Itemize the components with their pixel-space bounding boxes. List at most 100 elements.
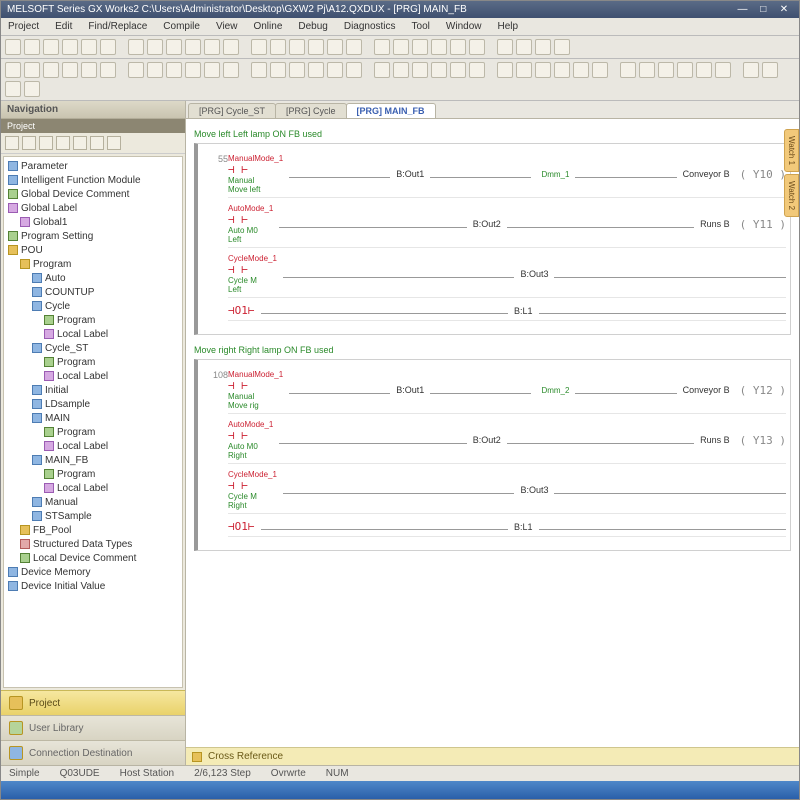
ladder-rung[interactable]: ⊣O1⊢B:L1	[202, 301, 786, 327]
tree-item[interactable]: Parameter	[6, 160, 180, 174]
menu-tool[interactable]: Tool	[409, 20, 433, 33]
tree-item[interactable]: Program	[6, 258, 180, 272]
toolbar-button[interactable]	[270, 39, 286, 55]
tree-item[interactable]: Structured Data Types	[6, 538, 180, 552]
toolbar-button[interactable]	[24, 62, 40, 78]
toolbar-button[interactable]	[412, 39, 428, 55]
menu-view[interactable]: View	[213, 20, 241, 33]
ladder-rung[interactable]: 55ManualMode_1⊣ ⊢ManualMove leftB:Out1Dm…	[202, 151, 786, 198]
tree-item[interactable]: Device Memory	[6, 566, 180, 580]
toolbar-button[interactable]	[43, 62, 59, 78]
toolbar-button[interactable]	[412, 62, 428, 78]
side-tab[interactable]: Watch 1	[784, 129, 799, 172]
toolbar-button[interactable]	[469, 62, 485, 78]
toolbar-button[interactable]	[185, 39, 201, 55]
toolbar-button[interactable]	[166, 62, 182, 78]
toolbar-button[interactable]	[204, 39, 220, 55]
menu-window[interactable]: Window	[443, 20, 485, 33]
minimize-button[interactable]: —	[733, 4, 751, 15]
toolbar-button[interactable]	[270, 62, 286, 78]
tree-item[interactable]: POU	[6, 244, 180, 258]
ladder-rung[interactable]: CycleMode_1⊣ ⊢Cycle MLeftB:Out3	[202, 251, 786, 298]
ladder-rung[interactable]: ⊣O1⊢B:L1	[202, 517, 786, 543]
tree-item[interactable]: Global Device Comment	[6, 188, 180, 202]
editor-tab[interactable]: [PRG] MAIN_FB	[346, 103, 436, 118]
menu-online[interactable]: Online	[250, 20, 285, 33]
nav-tool-button[interactable]	[107, 136, 121, 150]
toolbar-button[interactable]	[573, 62, 589, 78]
editor-tab[interactable]: [PRG] Cycle	[275, 103, 347, 118]
toolbar-button[interactable]	[677, 62, 693, 78]
toolbar-button[interactable]	[346, 39, 362, 55]
tree-item[interactable]: Device Initial Value	[6, 580, 180, 594]
menu-findreplace[interactable]: Find/Replace	[85, 20, 150, 33]
toolbar-button[interactable]	[81, 39, 97, 55]
contact[interactable]: ⊣O1⊢	[228, 304, 255, 317]
tree-item[interactable]: Local Device Comment	[6, 552, 180, 566]
tree-item[interactable]: Program	[6, 314, 180, 328]
toolbar-button[interactable]	[554, 62, 570, 78]
toolbar-button[interactable]	[535, 62, 551, 78]
nav-tool-button[interactable]	[5, 136, 19, 150]
contact[interactable]: AutoMode_1⊣ ⊢Auto M0Left	[228, 204, 273, 244]
tree-item[interactable]: COUNTUP	[6, 286, 180, 300]
toolbar-button[interactable]	[374, 39, 390, 55]
ladder-canvas[interactable]: Watch 1Watch 2 Move left Left lamp ON FB…	[186, 119, 799, 747]
contact[interactable]: ManualMode_1⊣ ⊢ManualMove left	[228, 154, 283, 194]
toolbar-button[interactable]	[204, 62, 220, 78]
contact[interactable]: AutoMode_1⊣ ⊢Auto M0Right	[228, 420, 273, 460]
tree-item[interactable]: Manual	[6, 496, 180, 510]
toolbar-button[interactable]	[696, 62, 712, 78]
toolbar-button[interactable]	[592, 62, 608, 78]
menu-compile[interactable]: Compile	[160, 20, 203, 33]
toolbar-button[interactable]	[762, 62, 778, 78]
toolbar-button[interactable]	[81, 62, 97, 78]
tree-item[interactable]: Program Setting	[6, 230, 180, 244]
toolbar-button[interactable]	[62, 39, 78, 55]
toolbar-button[interactable]	[346, 62, 362, 78]
menu-project[interactable]: Project	[5, 20, 42, 33]
menu-diagnostics[interactable]: Diagnostics	[341, 20, 399, 33]
toolbar-button[interactable]	[393, 39, 409, 55]
toolbar-button[interactable]	[308, 39, 324, 55]
ladder-rung[interactable]: CycleMode_1⊣ ⊢Cycle MRightB:Out3	[202, 467, 786, 514]
tree-item[interactable]: Initial	[6, 384, 180, 398]
toolbar-button[interactable]	[128, 39, 144, 55]
tree-item[interactable]: Global1	[6, 216, 180, 230]
toolbar-button[interactable]	[497, 39, 513, 55]
toolbar-button[interactable]	[289, 39, 305, 55]
toolbar-button[interactable]	[147, 62, 163, 78]
ladder-rung[interactable]: 108ManualMode_1⊣ ⊢ManualMove rigB:Out1Dm…	[202, 367, 786, 414]
toolbar-button[interactable]	[450, 62, 466, 78]
toolbar-button[interactable]	[327, 39, 343, 55]
contact[interactable]: CycleMode_1⊣ ⊢Cycle MLeft	[228, 254, 277, 294]
tree-item[interactable]: Program	[6, 468, 180, 482]
tree-item[interactable]: Program	[6, 426, 180, 440]
toolbar-button[interactable]	[554, 39, 570, 55]
coil[interactable]: ( Y13 )	[740, 434, 786, 447]
menu-help[interactable]: Help	[494, 20, 521, 33]
nav-section-button[interactable]: Connection Destination	[1, 740, 185, 765]
toolbar-button[interactable]	[658, 62, 674, 78]
toolbar-button[interactable]	[24, 39, 40, 55]
toolbar-button[interactable]	[100, 39, 116, 55]
tree-item[interactable]: Intelligent Function Module	[6, 174, 180, 188]
toolbar-button[interactable]	[516, 39, 532, 55]
coil[interactable]: ( Y11 )	[740, 218, 786, 231]
toolbar-button[interactable]	[289, 62, 305, 78]
tree-item[interactable]: Cycle_ST	[6, 342, 180, 356]
toolbar-button[interactable]	[5, 39, 21, 55]
toolbar-button[interactable]	[620, 62, 636, 78]
coil[interactable]: ( Y12 )	[740, 384, 786, 397]
nav-tool-button[interactable]	[39, 136, 53, 150]
toolbar-button[interactable]	[43, 39, 59, 55]
toolbar-button[interactable]	[62, 62, 78, 78]
tree-item[interactable]: Program	[6, 356, 180, 370]
toolbar-button[interactable]	[24, 81, 40, 97]
maximize-button[interactable]: □	[754, 4, 772, 15]
ladder-rung[interactable]: AutoMode_1⊣ ⊢Auto M0RightB:Out2Runs B( Y…	[202, 417, 786, 464]
toolbar-button[interactable]	[308, 62, 324, 78]
coil[interactable]: ( Y10 )	[740, 168, 786, 181]
tree-item[interactable]: Local Label	[6, 370, 180, 384]
menu-edit[interactable]: Edit	[52, 20, 75, 33]
